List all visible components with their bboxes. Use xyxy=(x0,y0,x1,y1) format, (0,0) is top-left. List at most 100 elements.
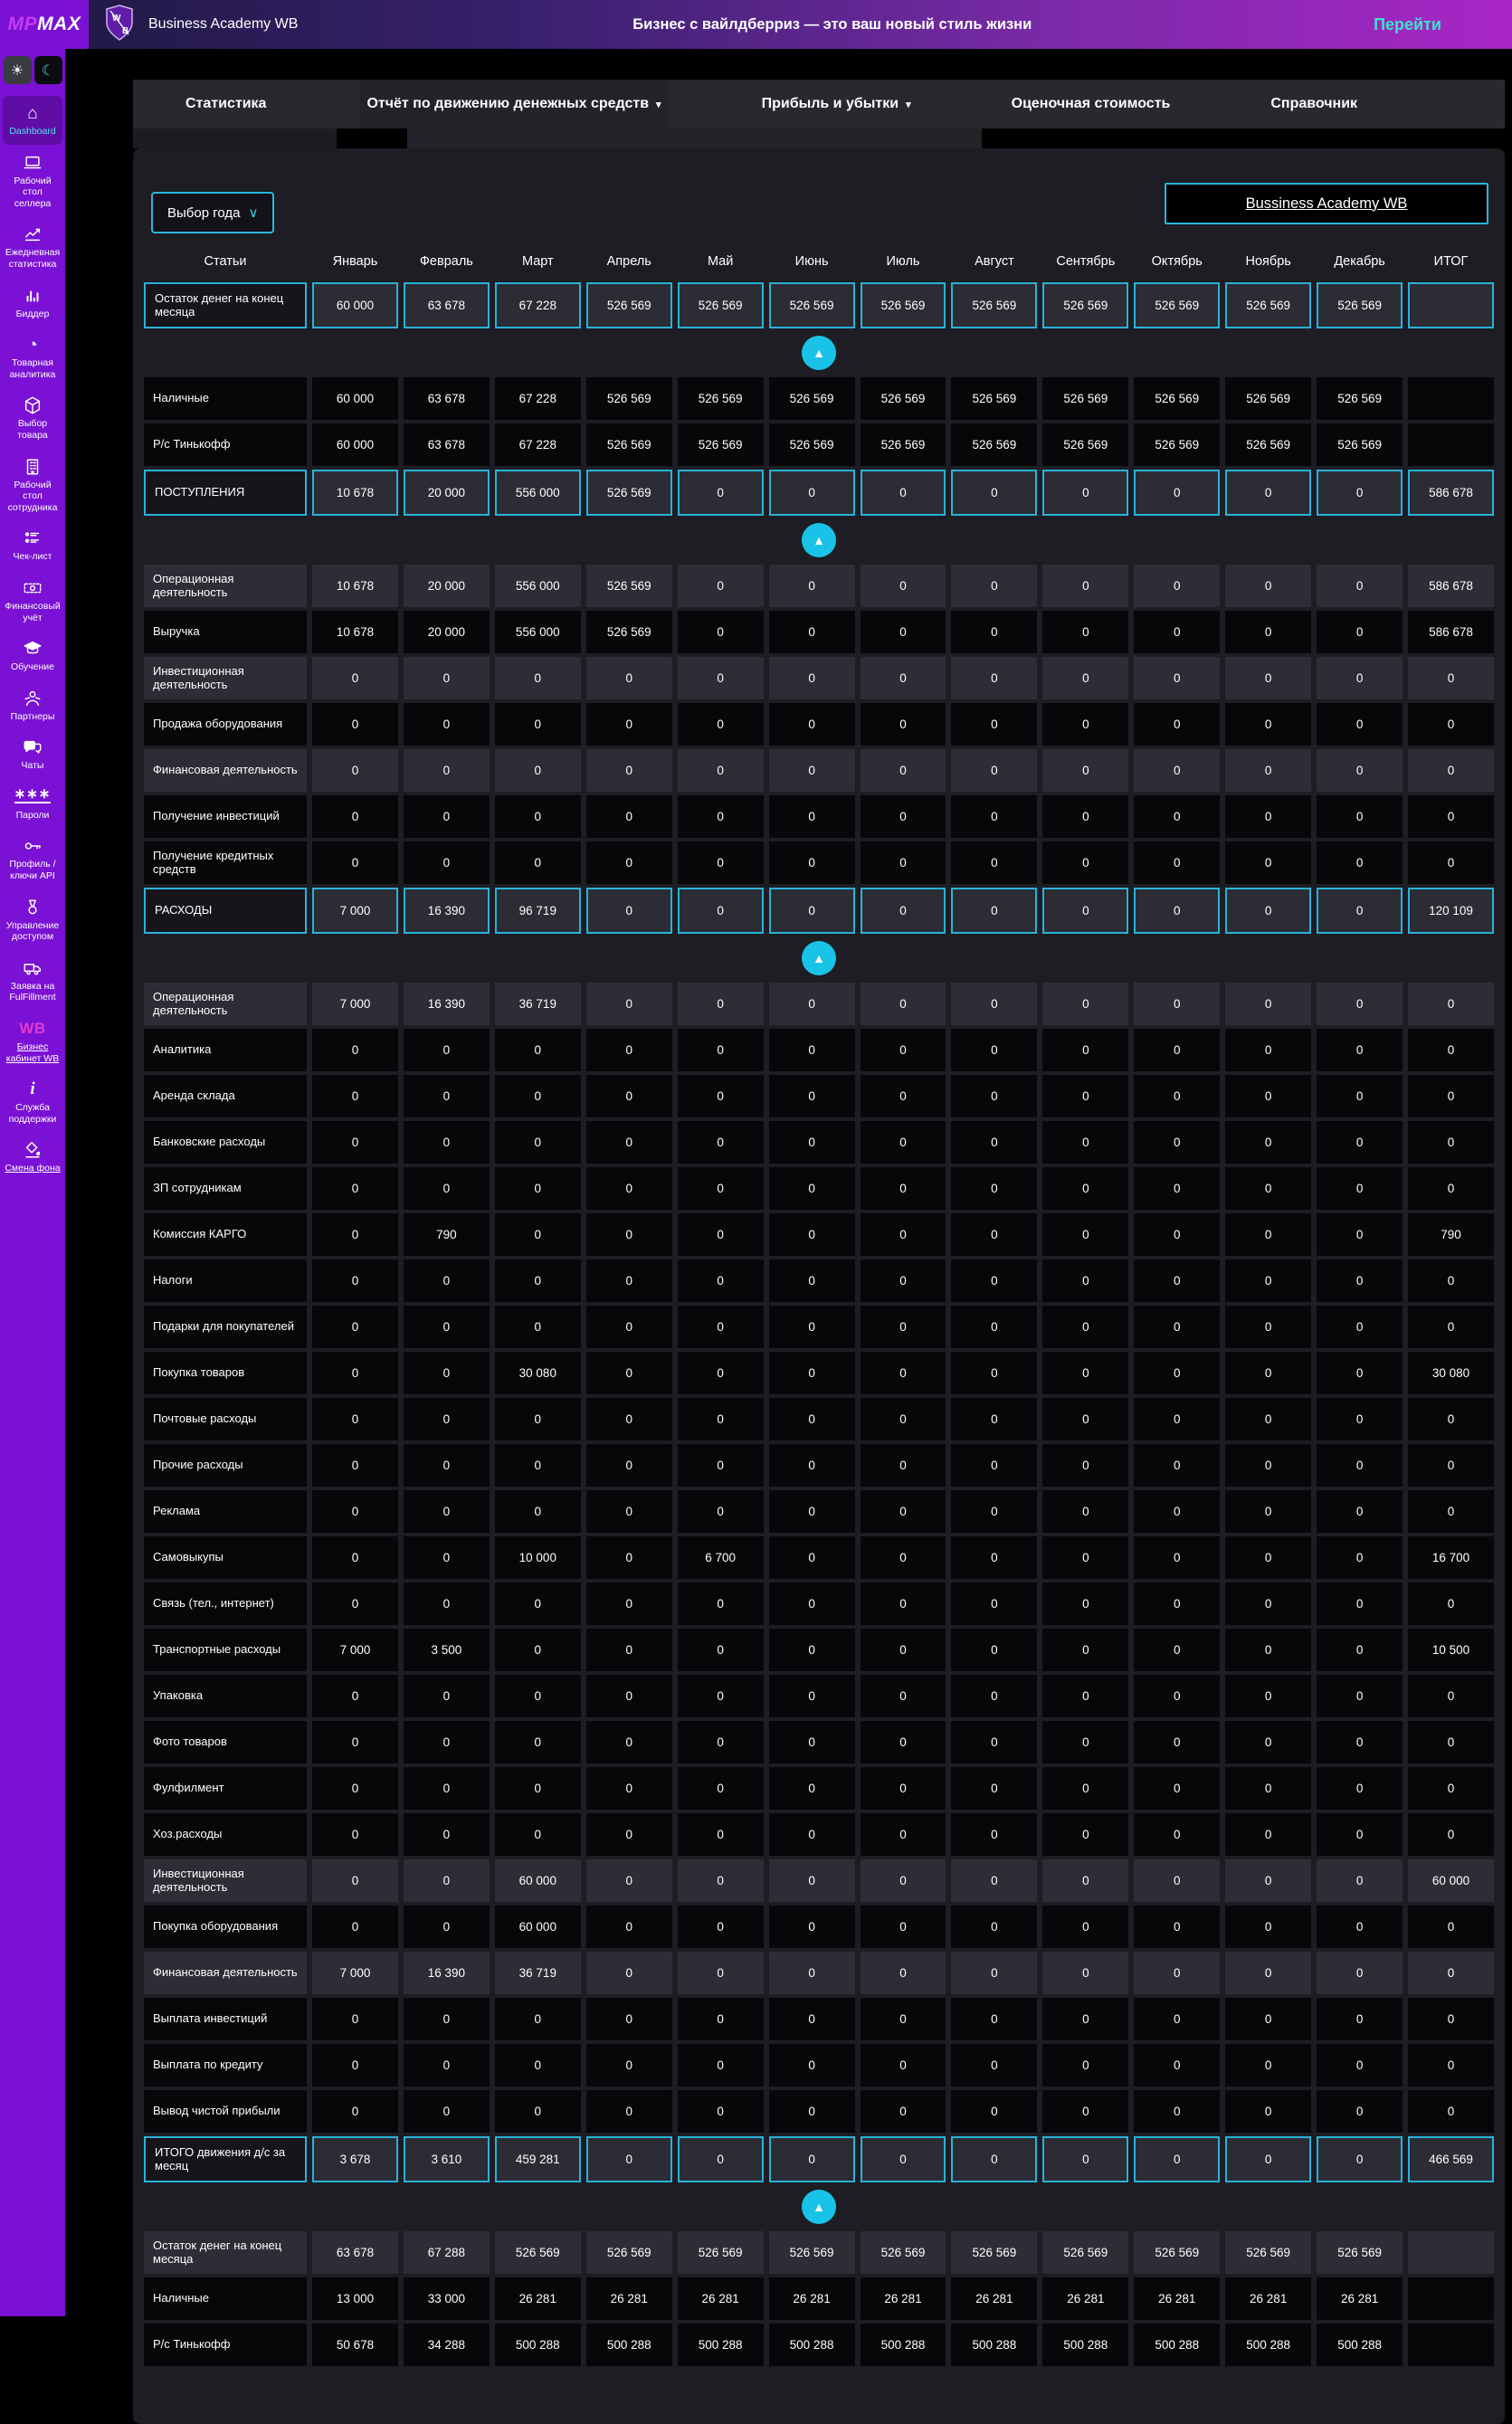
value-cell: 0 xyxy=(1225,983,1311,1025)
sidebar-item-finance[interactable]: Финансовый учёт xyxy=(3,571,62,631)
banknote-icon xyxy=(23,578,43,598)
value-cell: 0 xyxy=(312,749,398,792)
sidebar-item-passwords[interactable]: ∗∗∗Пароли xyxy=(3,780,62,829)
banner-slogan: Бизнес с вайлдберриз — это ваш новый сти… xyxy=(632,16,1032,33)
value-cell: 7 000 xyxy=(312,888,398,934)
table-row: Фулфилмент0000000000000 xyxy=(144,1767,1494,1810)
value-cell: 0 xyxy=(586,1075,672,1117)
sidebar-item-access-control[interactable]: Управление доступом xyxy=(3,890,62,950)
value-cell: 0 xyxy=(312,1121,398,1164)
value-cell: 500 288 xyxy=(495,2324,581,2366)
collapse-section-button[interactable]: ▲ xyxy=(802,941,836,975)
value-cell: 556 000 xyxy=(495,565,581,607)
value-cell: 0 xyxy=(1225,1906,1311,1948)
value-cell: 60 000 xyxy=(495,1906,581,1948)
sidebar-item-education[interactable]: Обучение xyxy=(3,632,62,680)
value-cell: 0 xyxy=(951,1306,1037,1348)
value-cell: 0 xyxy=(678,1121,764,1164)
collapse-section-button[interactable]: ▲ xyxy=(802,336,836,370)
value-cell: 0 xyxy=(951,2136,1037,2182)
value-cell: 0 xyxy=(1134,1213,1220,1256)
row-label: Банковские расходы xyxy=(144,1121,307,1164)
value-cell: 0 xyxy=(678,1260,764,1302)
value-cell: 0 xyxy=(312,1398,398,1440)
value-cell: 0 xyxy=(495,1813,581,1856)
value-cell: 0 xyxy=(861,1998,946,2040)
sidebar-item-product-select[interactable]: Выбор товара xyxy=(3,388,62,448)
value-cell: 0 xyxy=(1225,1813,1311,1856)
value-cell: 10 000 xyxy=(495,1536,581,1579)
value-cell: 0 xyxy=(1317,1029,1403,1071)
value-cell: 0 xyxy=(1317,1352,1403,1394)
value-cell: 0 xyxy=(861,1859,946,1902)
value-cell: 10 678 xyxy=(312,470,398,516)
value-cell: 26 281 xyxy=(586,2277,672,2320)
sidebar-item-seller-desk[interactable]: Рабочий стол селлера xyxy=(3,146,62,217)
value-cell: 0 xyxy=(1317,1213,1403,1256)
value-cell: 0 xyxy=(678,611,764,653)
sidebar-item-dashboard[interactable]: ⌂Dashboard xyxy=(3,96,62,145)
table-row: Налоги0000000000000 xyxy=(144,1260,1494,1302)
sidebar-item-background[interactable]: Смена фона xyxy=(3,1133,62,1182)
value-cell: 0 xyxy=(312,1675,398,1717)
key-icon xyxy=(23,836,43,856)
value-cell: 526 569 xyxy=(1225,423,1311,466)
table-row: Аналитика0000000000000 xyxy=(144,1029,1494,1071)
value-cell: 0 xyxy=(1225,1583,1311,1625)
value-cell: 0 xyxy=(861,611,946,653)
sidebar-item-checklist[interactable]: Чек-лист xyxy=(3,521,62,570)
value-cell: 26 281 xyxy=(1042,2277,1128,2320)
value-cell: 0 xyxy=(769,565,855,607)
sidebar-item-fulfillment[interactable]: Заявка на FulFillment xyxy=(3,951,62,1011)
value-cell: 0 xyxy=(586,1306,672,1348)
value-cell: 0 xyxy=(495,749,581,792)
value-cell: 0 xyxy=(586,1859,672,1902)
light-theme-button[interactable]: ☀ xyxy=(4,56,32,84)
value-cell: 0 xyxy=(1134,657,1220,699)
value-cell: 0 xyxy=(678,1583,764,1625)
year-select-button[interactable]: Выбор года ∨ xyxy=(151,192,274,233)
value-cell: 63 678 xyxy=(404,282,490,328)
row-label: Финансовая деятельность xyxy=(144,749,307,792)
tab-cashflow[interactable]: Отчёт по движению денежных средств▾ xyxy=(359,80,668,128)
value-cell: 0 xyxy=(1042,1121,1128,1164)
tab-stats[interactable]: Статистика xyxy=(178,80,273,128)
collapse-section-button[interactable]: ▲ xyxy=(802,2190,836,2224)
value-cell: 0 xyxy=(586,2044,672,2087)
value-cell: 0 xyxy=(1225,1029,1311,1071)
value-cell: 526 569 xyxy=(1225,2231,1311,2274)
column-header: Ноябрь xyxy=(1225,246,1311,277)
column-header: Январь xyxy=(312,246,398,277)
value-cell: 60 000 xyxy=(495,1859,581,1902)
value-cell: 0 xyxy=(404,657,490,699)
value-cell: 0 xyxy=(1225,1306,1311,1348)
sidebar-item-employee-desk[interactable]: Рабочий стол сотрудника xyxy=(3,450,62,521)
sidebar-item-wb-cabinet[interactable]: WBБизнес кабинет WB xyxy=(3,1012,62,1071)
value-cell xyxy=(1408,2324,1494,2366)
collapse-section-button[interactable]: ▲ xyxy=(802,523,836,557)
value-cell: 0 xyxy=(678,657,764,699)
sidebar-item-partners[interactable]: Партнеры xyxy=(3,681,62,730)
value-cell: 0 xyxy=(1042,1952,1128,1994)
value-cell: 0 xyxy=(495,1121,581,1164)
banner-go-link[interactable]: Перейти xyxy=(1374,15,1441,34)
sidebar-item-chats[interactable]: Чаты xyxy=(3,730,62,779)
sidebar-item-bidder[interactable]: Биддер xyxy=(3,279,62,328)
sidebar-item-product-analytics[interactable]: ◔Товарная аналитика xyxy=(3,328,62,387)
value-cell: 526 569 xyxy=(586,2231,672,2274)
tab-valuation[interactable]: Оценочная стоимость xyxy=(1004,80,1178,128)
value-cell: 0 xyxy=(1317,1998,1403,2040)
tab-pnl[interactable]: Прибыль и убытки▾ xyxy=(755,80,918,128)
sidebar-item-api-keys[interactable]: Профиль / ключи API xyxy=(3,829,62,889)
row-label: Выручка xyxy=(144,611,307,653)
dark-theme-button[interactable]: ☾ xyxy=(34,56,62,84)
tab-reference[interactable]: Справочник xyxy=(1263,80,1365,128)
value-cell: 0 xyxy=(1225,611,1311,653)
value-cell: 0 xyxy=(404,795,490,838)
table-row: Прочие расходы0000000000000 xyxy=(144,1444,1494,1487)
academy-account-button[interactable]: Bussiness Academy WB xyxy=(1165,183,1488,224)
sidebar-item-support[interactable]: iСлужба поддержки xyxy=(3,1072,62,1132)
value-cell: 34 288 xyxy=(404,2324,490,2366)
sidebar-item-daily-stats[interactable]: Ежедневная статистика xyxy=(3,217,62,277)
value-cell: 526 569 xyxy=(951,2231,1037,2274)
